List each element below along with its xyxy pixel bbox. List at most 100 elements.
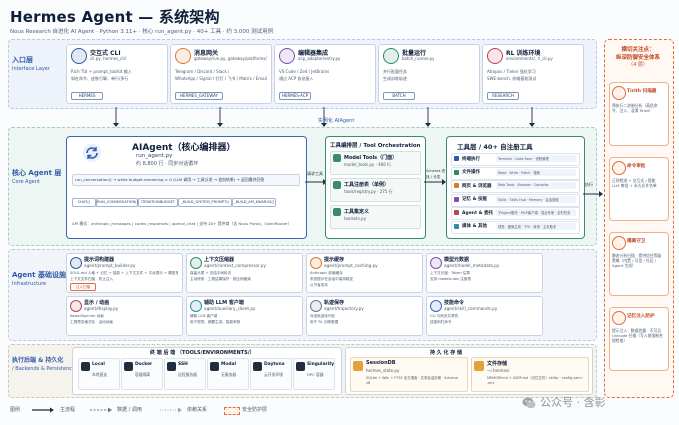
store-card-file: hermes_state.py [366,368,400,373]
entry-card-tag: HERMES_GATEWAY [175,92,223,100]
infra-card-file: agent/context_compressor.py [204,263,266,268]
infra-card-line: SOUL.md 人格 + 记忆 + 技能 + 上下文文件 + 平台提示 + 模型… [70,271,178,275]
infra-card-file: agent/auxiliary_client.py [204,306,256,311]
infra-card-line: 辅助 LLM 客户端 [190,314,218,318]
orch-item-icon [333,154,341,162]
security-subtitle: 纵深防御安全体系 [615,55,660,61]
legend-label: 图例 [10,407,21,413]
warning-icon [612,311,626,325]
store-card-icon [474,361,484,371]
env-card-icon [81,362,90,371]
legend-security-swatch [224,407,240,415]
entry-card-sub: gateway/run.py, gateway/platforms/ [194,56,267,61]
legend-data-line [90,407,112,413]
infra-card-title: 辅助 LLM 客户端 [204,300,244,306]
infra-card-icon [310,300,322,312]
entry-to-core-arrow [425,107,431,127]
legend-data-call: 数据 / 调用 [117,407,142,413]
aiagent-title: AIAgent（核心编排器） [132,143,236,153]
aiagent-file: run_agent.py [136,153,173,159]
infra-card-file: agent/prompt_builder.py [84,263,136,268]
wechat-icon [522,395,536,409]
aiagent-meta: 约 8,800 行 · 同步对话循环 [136,161,199,167]
env-card-desc: 无服务器 [221,372,237,377]
tools-layer-title: 工具层 / 40+ 自注册工具 [457,143,533,151]
entry-card-tag: HERMES-ACP [279,92,311,100]
legend-security: 安全防护层 [242,407,268,413]
orch-item-title: 工具集定义 [344,209,370,215]
infra-card-title: 模型元数据 [444,257,470,263]
core-method-pill: _BUILD_API_KWARGS() [232,198,276,207]
legend-main-flow-line [32,407,54,413]
entry-to-core-arrow [217,107,223,127]
store-card-name: SessionDB [366,360,396,366]
security-item-name: 隔离守卫 [627,239,646,244]
infra-card-file: agent/skill_commands.py [444,306,498,311]
tool-row-desc: Web Tools · Browser · Camofox [498,183,549,187]
core-method-pill: CHAT() [72,198,96,207]
tool-row-name: 终端执行 [462,156,480,162]
orch-item-icon [333,208,341,216]
infra-card-file: agent/trajectory.py [324,306,364,311]
page-subtitle: Nous Research 自进化 AI Agent · Python 3.11… [10,29,274,35]
infra-card-line: CLI 与网关共享的 [430,314,459,318]
store-card-icon [353,361,363,371]
tool-row-desc: 子Agent委托 · MCP客户端 · 混合专家 · 定时任务 [498,211,571,215]
entry-card-desc1: Rich TUI + prompt_toolkit 输入 [71,69,132,74]
infra-layer-label-en: Infrastructure [12,281,47,287]
core-method-pill: _BUILD_SYSTEM_PROMPT() [178,198,232,207]
tool-row-icon [454,196,459,202]
infra-card-icon [70,300,82,312]
store-card-name: 文件存储 [487,361,508,367]
tool-row-icon [454,183,459,188]
orch-item-file: model_tools.py · 466 行 [344,162,392,167]
env-card-name: Modal [221,362,236,367]
entry-card-desc2: 生成训练轨迹 [383,76,407,81]
tool-row-name: Agent & 委托 [462,210,494,216]
tool-row-icon [454,169,459,175]
entry-arrow-label: 实例化 AIAgent [318,118,355,124]
entry-card-desc1: VS Code / Zed / JetBrains [279,69,330,74]
security-item-name: 记忆注入防护 [627,314,655,319]
arrow-request-tools-label: 请求工具 [307,171,323,176]
entry-card-tag: BATCH [383,92,415,100]
sync-icon [82,143,102,163]
env-card-name: SSH [178,362,188,367]
tool-orchestration-title: 工具编排层 / Tool Orchestration [330,143,421,149]
core-method-pill: RUN_CONVERSATION() [96,198,138,207]
entry-card-sub: batch_runner.py [402,56,435,61]
tool-row-icon [454,156,459,161]
backend-layer-label: 执行后端 & 持久化 [12,357,64,364]
entry-card-tag: HERMES [71,92,103,100]
core-method-pill: ITERATIONBUDGET [138,198,178,207]
infra-card-line: 技能斜杠命令 [430,320,452,324]
infra-card-icon [430,257,442,269]
warning-icon [612,86,626,100]
terminal-backends-title: 终 端 后 端 （TOOLS/ENVIRONMENTS/） [150,350,255,356]
entry-card-sub: cli.py, hermes_cli/ [90,56,126,61]
legend-dependency-line [160,407,182,413]
infra-card-line: 用于 RL 训练数据 [310,320,339,324]
entry-card-desc1: Atropos / Tinker 强化学习 [487,69,536,74]
tool-row-desc: 视觉 · 图像生成 · TTS · 转录 · 主页助手 [498,224,557,229]
infra-card-icon [190,300,202,312]
store-card-file: ~/.hermes/ [487,368,510,373]
backend-layer-label-en: / Backends & Persistence [12,366,75,372]
tool-row-desc: Read · Write · Patch · 搜索 [498,170,541,175]
security-title: 横切关注点： [621,47,655,53]
tool-row-icon [454,223,459,229]
entry-layer-label-en: Interface Layer [12,66,50,72]
security-item-name: Tirith 扫描器 [627,89,657,94]
security-item-desc: 正则检测 + 交互式 / 智能 LLM 审批 + 永久允许名单 [612,178,657,189]
env-card-icon [296,362,305,371]
tool-row-name: 媒体 & 其他 [462,224,488,229]
infra-card-line: 系统提示在会话中保持稳定 [310,277,354,281]
entry-card-tag: RESEARCH [487,92,519,100]
env-card-name: Singularity [307,362,335,367]
infra-card-title: 提示缓存 [324,257,345,263]
infra-card-line: 主动修剪 · 工具结果保护 · 按比例缩减 [190,277,251,281]
arrow-schema-label: Schema 查找 / 分发 [426,169,446,179]
infra-card-icon [70,257,82,269]
tool-row-icon [454,210,459,215]
env-card-desc: 云开发环境 [264,372,283,377]
